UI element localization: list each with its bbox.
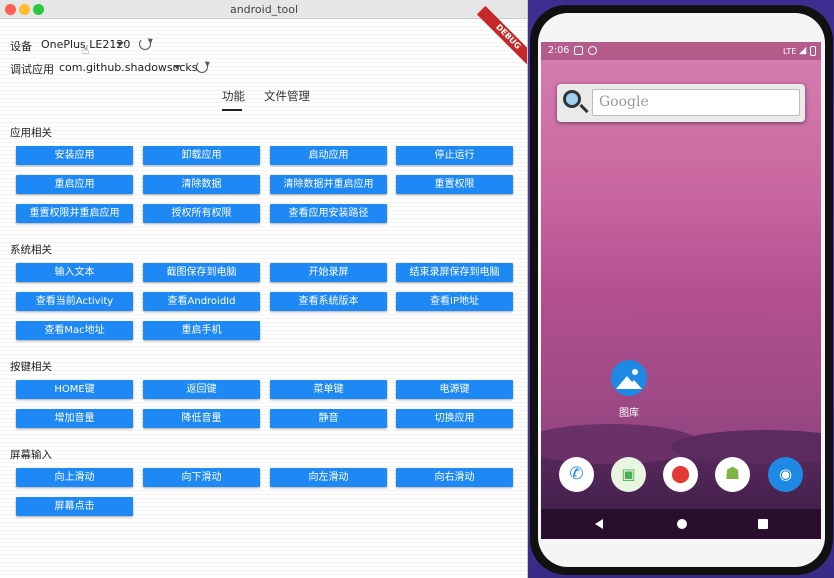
action-button[interactable]: 查看AndroidId: [143, 292, 260, 311]
nav-back-icon[interactable]: [595, 519, 603, 529]
notification-f-icon: [588, 46, 597, 55]
device-label: 设备: [10, 40, 32, 53]
google-search-widget[interactable]: Google: [557, 84, 805, 122]
title-bar: android_tool: [0, 0, 527, 19]
gallery-app-icon[interactable]: [611, 360, 647, 396]
app-label: 调试应用: [10, 63, 54, 76]
action-button[interactable]: 清除数据并重启应用: [270, 175, 387, 194]
action-button[interactable]: 切换应用: [396, 409, 513, 428]
action-button[interactable]: 向右滑动: [396, 468, 513, 487]
action-button[interactable]: 查看应用安装路径: [270, 204, 387, 223]
action-button[interactable]: 重启应用: [16, 175, 133, 194]
action-button[interactable]: 向下滑动: [143, 468, 260, 487]
action-button[interactable]: 输入文本: [16, 263, 133, 282]
action-button[interactable]: 清除数据: [143, 175, 260, 194]
app-refresh-icon[interactable]: [196, 61, 208, 73]
status-bar: 2:06 LTE ◢: [541, 42, 821, 60]
action-button[interactable]: 屏幕点击: [16, 497, 133, 516]
action-button[interactable]: 结束录屏保存到电脑: [396, 263, 513, 282]
action-button[interactable]: 重置权限: [396, 175, 513, 194]
action-button[interactable]: 截图保存到电脑: [143, 263, 260, 282]
gallery-sun: [632, 369, 638, 375]
device-refresh-icon[interactable]: [139, 38, 151, 50]
section-title: 屏幕输入: [10, 449, 52, 461]
device-chevron-down-icon[interactable]: [116, 42, 124, 46]
action-button[interactable]: 启动应用: [270, 146, 387, 165]
battery-icon: [810, 46, 816, 56]
network-type: LTE: [783, 47, 797, 56]
section-title: 应用相关: [10, 127, 52, 139]
action-button[interactable]: 电源键: [396, 380, 513, 399]
action-button[interactable]: 安装应用: [16, 146, 133, 165]
action-button[interactable]: 查看IP地址: [396, 292, 513, 311]
status-time: 2:06: [548, 45, 570, 56]
gallery-app-label: 图库: [619, 408, 639, 419]
action-button[interactable]: 查看Mac地址: [16, 321, 133, 340]
maps-icon[interactable]: ⬤: [663, 457, 698, 492]
nav-home-icon[interactable]: [677, 519, 687, 529]
tab-functions[interactable]: 功能: [222, 88, 245, 104]
action-button[interactable]: 查看系统版本: [270, 292, 387, 311]
window-title: android_tool: [229, 3, 299, 16]
camera-icon[interactable]: ◉: [768, 457, 803, 492]
mouse-pointer-icon: ☝: [82, 43, 90, 57]
navigation-bar: [541, 509, 821, 539]
action-button[interactable]: 降低音量: [143, 409, 260, 428]
action-button[interactable]: 向左滑动: [270, 468, 387, 487]
android-app-icon[interactable]: ☗: [715, 457, 750, 492]
action-button[interactable]: 查看当前Activity: [16, 292, 133, 311]
phone-screen[interactable]: 2:06 LTE ◢ Google 图库 ✆ ▣ ⬤ ☗ ◉: [541, 42, 821, 539]
action-button[interactable]: 向上滑动: [16, 468, 133, 487]
action-button[interactable]: 返回键: [143, 380, 260, 399]
section-title: 按键相关: [10, 361, 52, 373]
action-button[interactable]: 重置权限并重启应用: [16, 204, 133, 223]
action-button[interactable]: 开始录屏: [270, 263, 387, 282]
app-chevron-down-icon[interactable]: [173, 65, 181, 69]
action-button[interactable]: 卸载应用: [143, 146, 260, 165]
google-logo: Google: [599, 94, 649, 110]
google-search-field[interactable]: Google: [592, 89, 800, 116]
action-button[interactable]: HOME键: [16, 380, 133, 399]
action-button[interactable]: 静音: [270, 409, 387, 428]
gallery-mountain-small: [626, 380, 642, 389]
action-button[interactable]: 授权所有权限: [143, 204, 260, 223]
action-button[interactable]: 重启手机: [143, 321, 260, 340]
active-tab-indicator: [222, 109, 242, 111]
app-window: android_tool DEBUG 设备 OnePlus LE2120 ☝ 调…: [0, 0, 528, 578]
tab-file-manager[interactable]: 文件管理: [264, 88, 310, 104]
phone-icon[interactable]: ✆: [559, 457, 594, 492]
signal-icon: ◢: [799, 45, 807, 56]
store-icon[interactable]: ▣: [611, 457, 646, 492]
action-button[interactable]: 停止运行: [396, 146, 513, 165]
magnifier-handle: [579, 103, 589, 114]
nav-recent-apps-icon[interactable]: [758, 519, 768, 529]
action-button[interactable]: 菜单键: [270, 380, 387, 399]
action-button[interactable]: 增加音量: [16, 409, 133, 428]
section-title: 系统相关: [10, 244, 52, 256]
notification-a-icon: [574, 46, 583, 55]
